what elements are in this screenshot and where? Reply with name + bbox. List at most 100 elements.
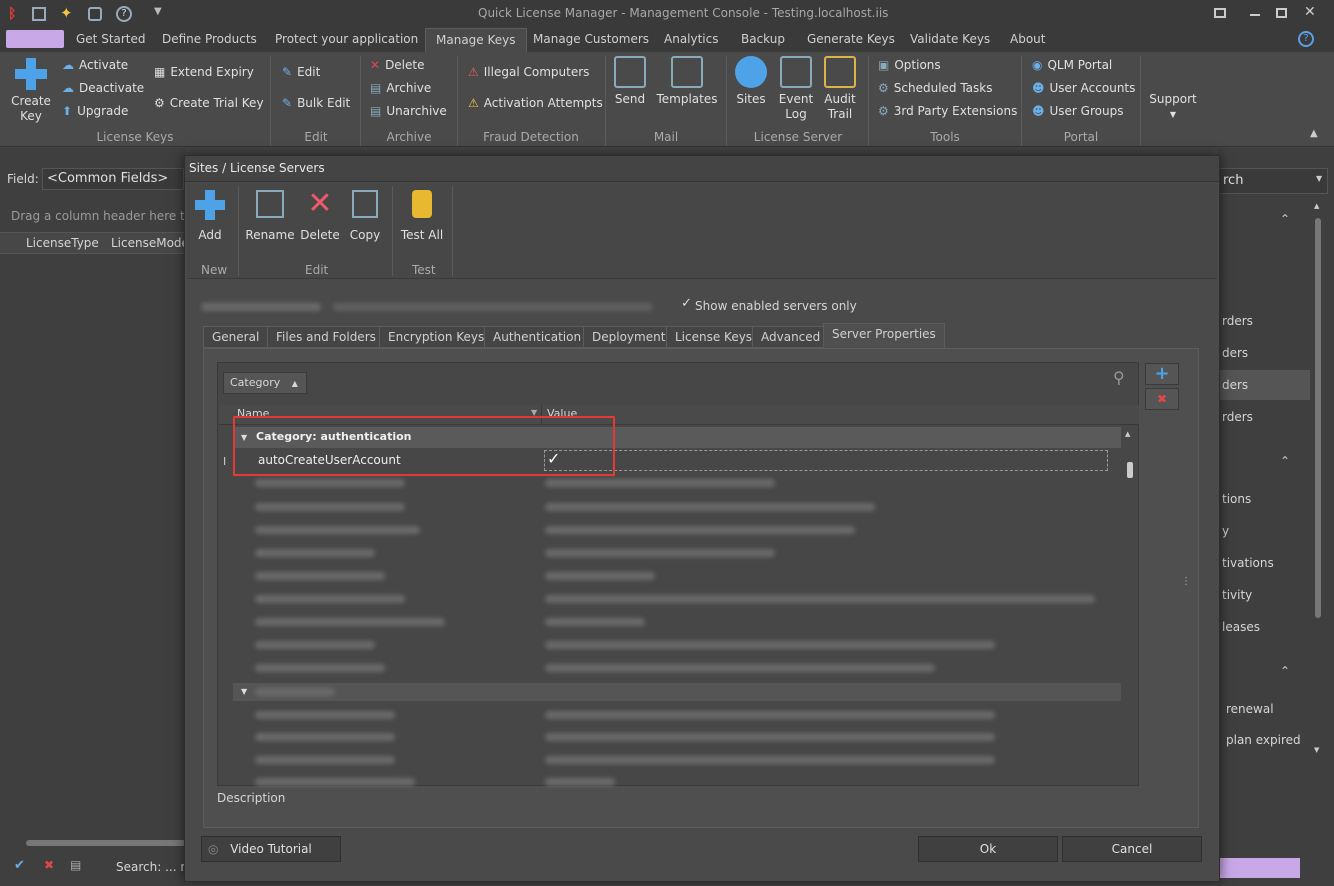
collapse-section-icon[interactable]: ⌃	[1280, 454, 1290, 468]
add-property-button[interactable]: +	[1145, 363, 1179, 385]
right-link-1[interactable]: rders	[1222, 314, 1253, 328]
check-icon[interactable]: ✔	[14, 858, 25, 873]
grid-scrollbar-thumb[interactable]	[1127, 462, 1133, 478]
right-link-2[interactable]: ders	[1222, 346, 1248, 360]
copy-site-button[interactable]: Copy	[345, 190, 385, 243]
category-sort-button[interactable]: Category ▲	[223, 372, 307, 394]
help-icon[interactable]: ?	[116, 6, 132, 22]
activate-button[interactable]: ☁ Activate	[62, 58, 128, 72]
delete-key-button[interactable]: ✕ Delete	[370, 58, 425, 72]
options-button[interactable]: ▣ Options	[878, 58, 941, 72]
maximize-icon[interactable]	[1276, 8, 1287, 18]
sites-button[interactable]: Sites	[732, 56, 770, 107]
tab-encryption-keys[interactable]: Encryption Keys	[379, 326, 494, 348]
right-link-5[interactable]: tions	[1222, 492, 1251, 506]
send-button[interactable]: Send	[610, 56, 650, 107]
user-accounts-button[interactable]: ☻ User Accounts	[1032, 81, 1135, 95]
tab-about[interactable]: About	[1010, 32, 1045, 46]
tab-server-properties[interactable]: Server Properties	[823, 323, 945, 349]
right-link-3[interactable]: ders	[1222, 378, 1248, 392]
tab-advanced[interactable]: Advanced	[752, 326, 830, 348]
user-groups-button[interactable]: ☻ User Groups	[1032, 104, 1123, 118]
cancel-button[interactable]: Cancel	[1062, 836, 1202, 862]
tab-files-and-folders[interactable]: Files and Folders	[267, 326, 385, 348]
tab-generate-keys[interactable]: Generate Keys	[807, 32, 895, 46]
horizontal-scrollbar[interactable]	[26, 840, 186, 846]
tab-manage-keys[interactable]: Manage Keys	[425, 28, 527, 52]
vertical-scrollbar[interactable]	[1315, 218, 1321, 618]
templates-button[interactable]: Templates	[656, 56, 718, 107]
collapse-section-icon[interactable]: ⌃	[1280, 664, 1290, 678]
right-link-8[interactable]: tivity	[1222, 588, 1252, 602]
add-site-button[interactable]: Add	[191, 190, 229, 243]
create-key-button[interactable]: Create Key	[10, 58, 52, 124]
app-menu-button[interactable]	[6, 30, 64, 48]
activation-attempts-button[interactable]: ⚠ Activation Attempts	[468, 96, 603, 110]
column-license-mode[interactable]: LicenseMode	[111, 236, 189, 250]
field-select[interactable]: <Common Fields>	[42, 168, 184, 190]
tab-license-keys[interactable]: License Keys	[666, 326, 762, 348]
splitter-grip-icon[interactable]: ⋮	[1181, 576, 1191, 587]
tab-protect-application[interactable]: Protect your application	[275, 32, 418, 46]
tab-authentication[interactable]: Authentication	[484, 326, 591, 348]
support-button[interactable]: Support ▼	[1148, 92, 1198, 122]
property-value-editor[interactable]	[544, 450, 1108, 471]
third-party-extensions-button[interactable]: ⚙ 3rd Party Extensions	[878, 104, 1017, 118]
upgrade-button[interactable]: ⬆ Upgrade	[62, 104, 128, 118]
right-link-9[interactable]: leases	[1222, 620, 1260, 634]
minimize-icon[interactable]	[1250, 14, 1260, 16]
scheduled-tasks-button[interactable]: ⚙ Scheduled Tasks	[878, 81, 993, 95]
search-box[interactable]: rch	[1218, 168, 1328, 194]
help-circle-icon[interactable]: ?	[1298, 31, 1314, 47]
column-license-type[interactable]: LicenseType	[26, 236, 99, 250]
rename-site-button[interactable]: Rename	[245, 190, 295, 243]
archive-button[interactable]: ▤ Archive	[370, 81, 431, 95]
extend-expiry-button[interactable]: ▦ Extend Expiry	[154, 65, 254, 79]
edit-button[interactable]: ✎ Edit	[282, 65, 320, 79]
tab-validate-keys[interactable]: Validate Keys	[910, 32, 990, 46]
wand-icon[interactable]: ✦	[60, 4, 73, 22]
ok-button[interactable]: Ok	[918, 836, 1058, 862]
audit-trail-button[interactable]: Audit Trail	[820, 56, 860, 122]
printer-icon[interactable]: ▤	[70, 858, 81, 872]
tab-deployment[interactable]: Deployment	[583, 326, 675, 348]
search-icon[interactable]: ⚲	[1113, 368, 1125, 387]
tab-backup[interactable]: Backup	[741, 32, 785, 46]
right-link-10[interactable]: renewal	[1226, 702, 1274, 716]
restore-icon[interactable]	[1214, 8, 1226, 18]
illegal-computers-button[interactable]: ⚠ Illegal Computers	[468, 65, 589, 79]
chevron-up-icon[interactable]: ▲	[1314, 202, 1319, 210]
event-log-button[interactable]: Event Log	[776, 56, 816, 122]
right-link-11[interactable]: plan expired	[1226, 733, 1301, 747]
remove-property-button[interactable]: ✖	[1145, 388, 1179, 410]
tab-get-started[interactable]: Get Started	[76, 32, 146, 46]
tab-define-products[interactable]: Define Products	[162, 32, 257, 46]
grid-icon[interactable]	[32, 7, 46, 21]
quick-access-dropdown-icon[interactable]: ▼	[154, 6, 162, 17]
right-link-6[interactable]: y	[1222, 524, 1229, 538]
checkbox-check-icon[interactable]: ✓	[681, 296, 692, 311]
scroll-up-icon[interactable]: ▲	[1125, 430, 1130, 438]
create-trial-key-button[interactable]: ⚙ Create Trial Key	[154, 96, 264, 110]
collapse-ribbon-icon[interactable]: ▲	[1310, 128, 1318, 139]
right-link-4[interactable]: rders	[1222, 410, 1253, 424]
delete-site-button[interactable]: ✕ Delete	[299, 186, 341, 243]
server-selector-blurred[interactable]	[201, 303, 321, 311]
tab-analytics[interactable]: Analytics	[664, 32, 719, 46]
remove-filter-icon[interactable]: ✖	[44, 858, 54, 872]
chevron-down-icon[interactable]: ▼	[1314, 746, 1319, 754]
bulk-edit-button[interactable]: ✎ Bulk Edit	[282, 96, 350, 110]
video-tutorial-button[interactable]: ◎ Video Tutorial	[201, 836, 341, 862]
collapse-section-icon[interactable]: ⌃	[1280, 212, 1290, 226]
unarchive-button[interactable]: ▤ Unarchive	[370, 104, 447, 118]
tab-general[interactable]: General	[203, 326, 269, 348]
qlm-portal-button[interactable]: ◉ QLM Portal	[1032, 58, 1112, 72]
close-icon[interactable]: ✕	[1304, 4, 1316, 20]
test-all-button[interactable]: Test All	[397, 190, 447, 243]
tab-manage-customers[interactable]: Manage Customers	[533, 32, 649, 46]
right-link-7[interactable]: tivations	[1222, 556, 1274, 570]
chevron-down-icon[interactable]: ▼	[1316, 174, 1322, 183]
collapse-category-icon[interactable]: ▼	[241, 687, 247, 696]
deactivate-button[interactable]: ☁ Deactivate	[62, 81, 144, 95]
settings-icon[interactable]	[88, 7, 102, 21]
